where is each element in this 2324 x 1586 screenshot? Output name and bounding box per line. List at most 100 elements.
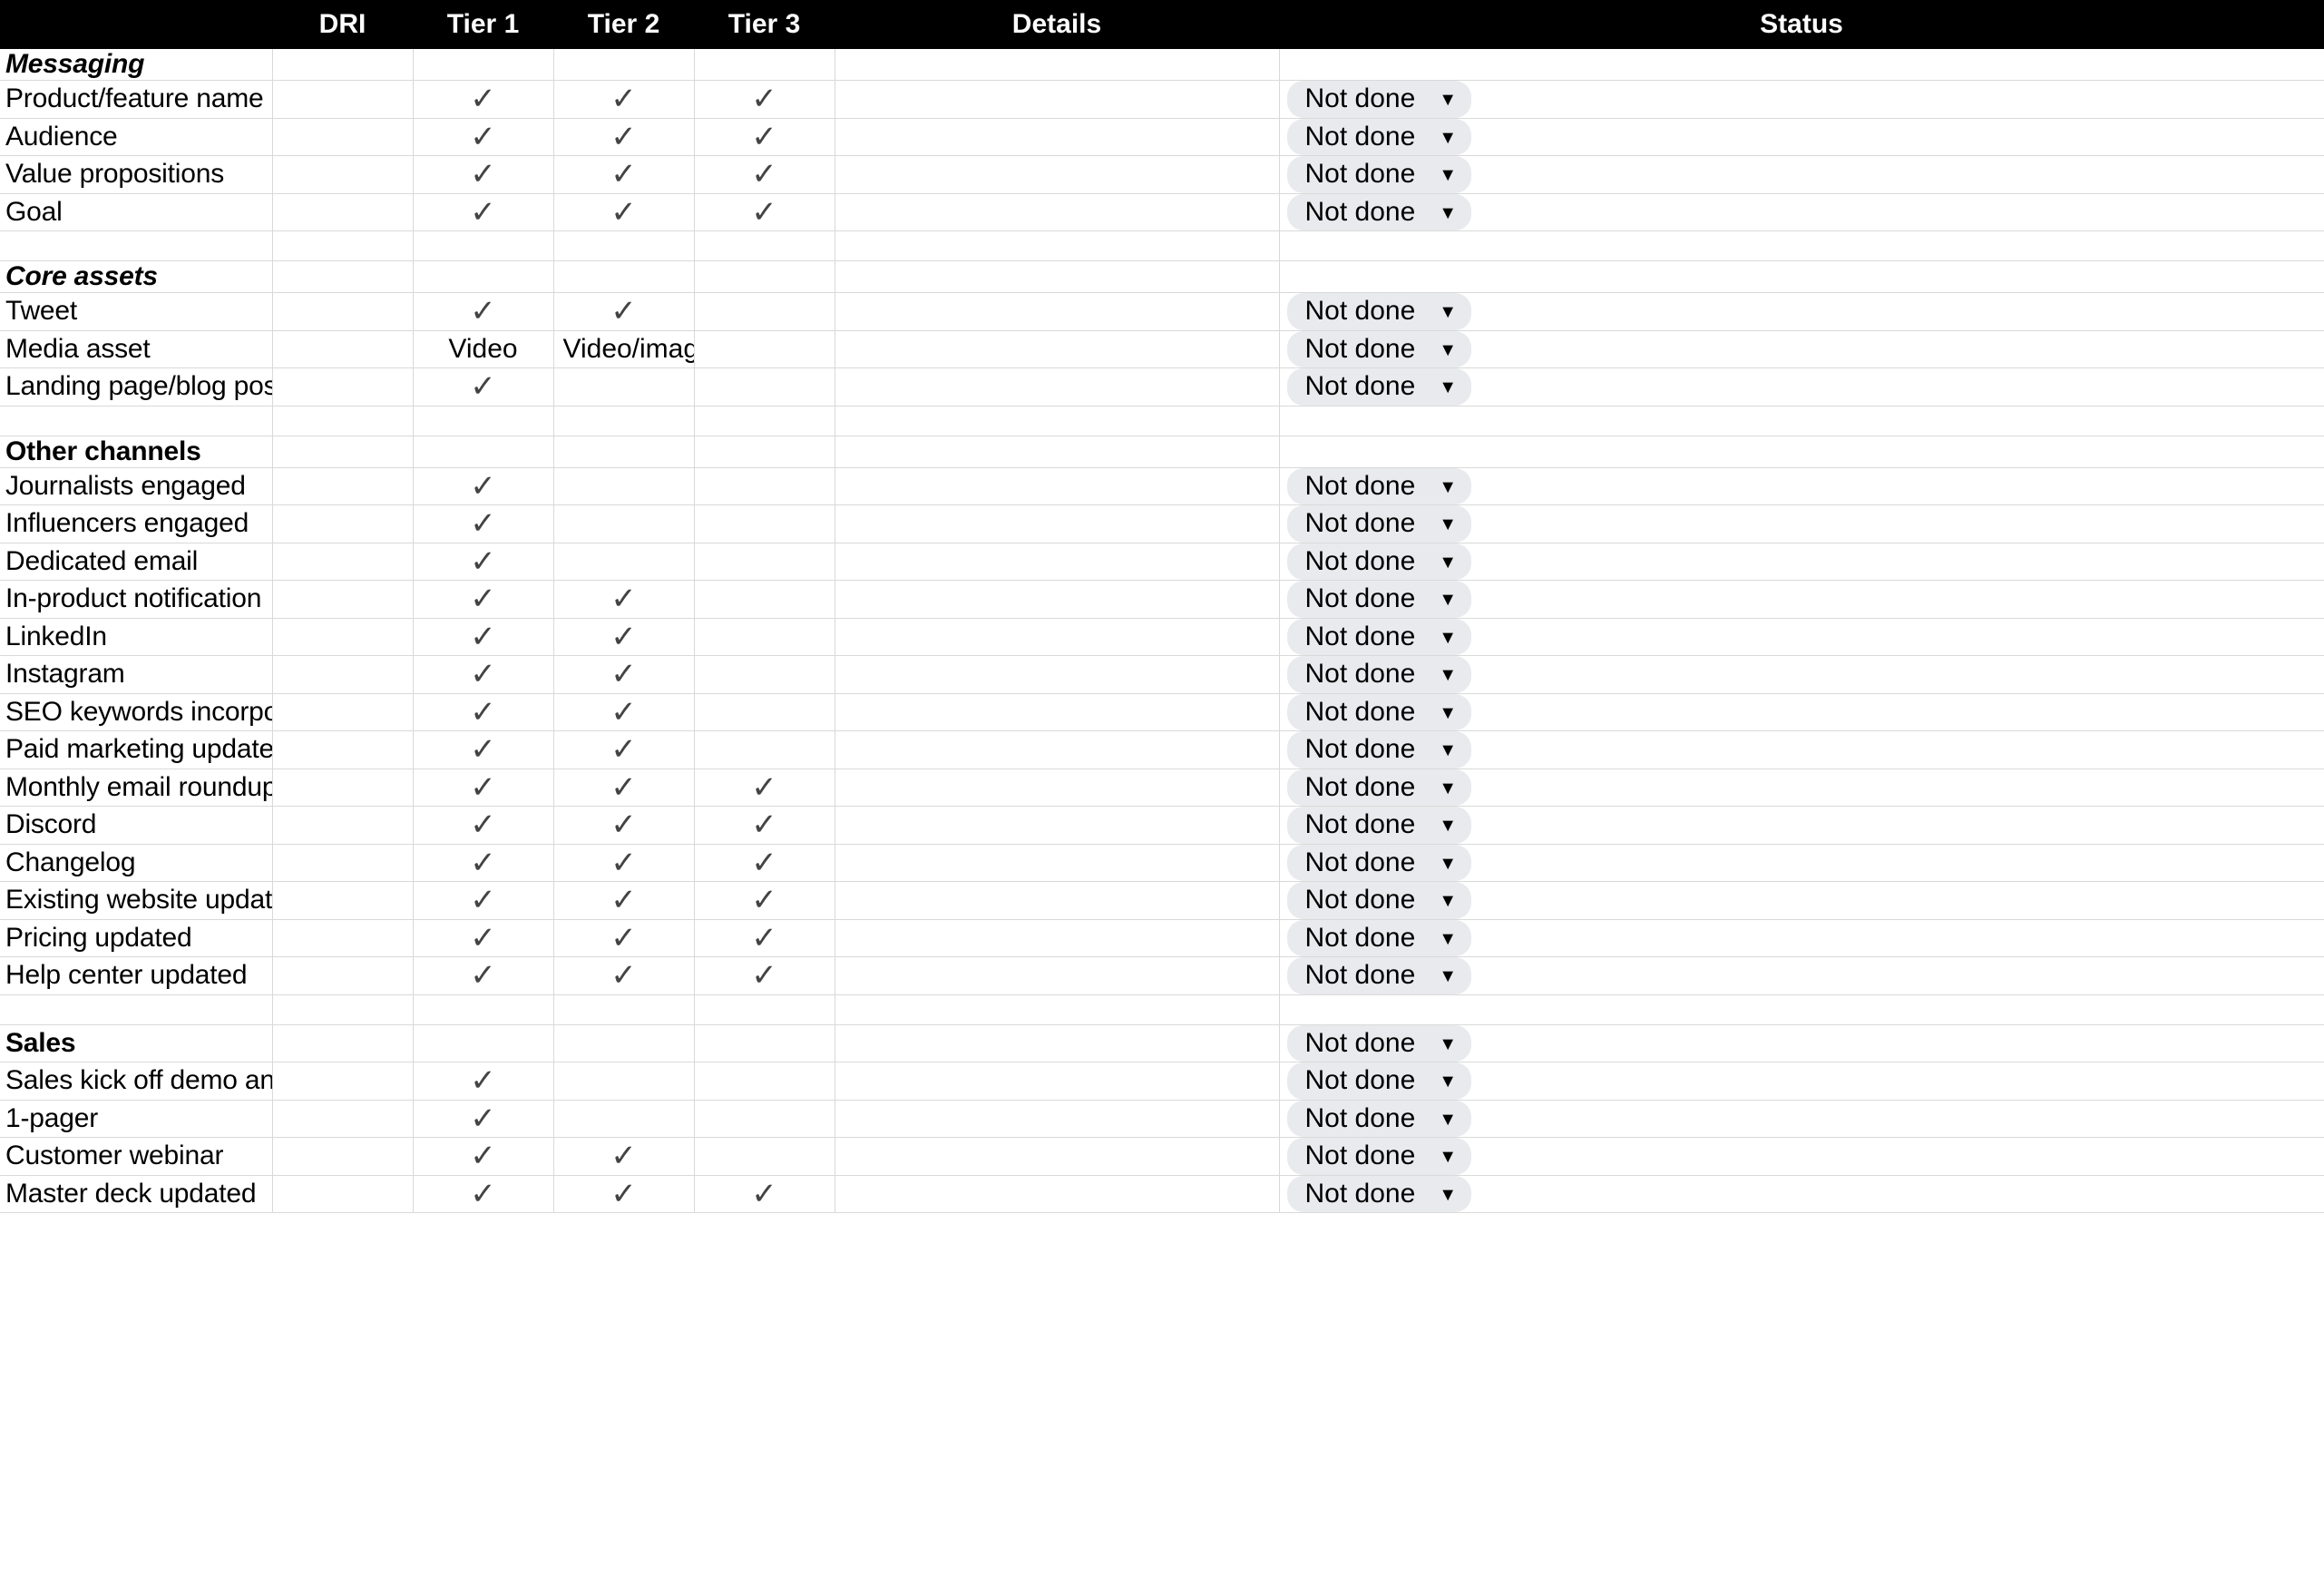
status-badge[interactable]: Not done ▼ — [1286, 882, 1472, 919]
checkmark-icon[interactable]: ✓ — [694, 844, 835, 882]
details-cell[interactable] — [835, 292, 1280, 331]
status-badge[interactable]: Not done ▼ — [1286, 543, 1472, 580]
column-header-dri[interactable]: DRI — [272, 0, 413, 49]
checkmark-icon[interactable]: ✓ — [694, 193, 835, 231]
status-cell[interactable] — [1279, 406, 2324, 436]
details-cell[interactable] — [835, 49, 1280, 81]
checkmark-icon[interactable]: ✓ — [553, 956, 695, 995]
task-label[interactable]: Media asset — [0, 330, 273, 368]
task-label[interactable]: Paid marketing updated — [0, 730, 273, 769]
status-cell[interactable]: Not done ▼ — [1279, 956, 2324, 995]
chevron-down-icon[interactable]: ▼ — [1439, 553, 1457, 572]
dri-cell[interactable] — [272, 806, 414, 845]
chevron-down-icon[interactable]: ▼ — [1439, 892, 1457, 910]
chevron-down-icon[interactable]: ▼ — [1439, 930, 1457, 948]
tier3-cell[interactable] — [694, 230, 835, 261]
tier2-cell[interactable] — [553, 1024, 695, 1062]
chevron-down-icon[interactable]: ▼ — [1439, 1186, 1457, 1204]
tier3-cell[interactable] — [694, 730, 835, 769]
task-label[interactable]: 1-pager — [0, 1100, 273, 1138]
tier2-cell[interactable] — [553, 230, 695, 261]
task-label[interactable]: Tweet — [0, 292, 273, 331]
status-cell[interactable] — [1279, 49, 2324, 81]
status-badge[interactable]: Not done ▼ — [1286, 1175, 1472, 1212]
status-badge[interactable]: Not done ▼ — [1286, 505, 1472, 543]
details-cell[interactable] — [835, 1137, 1280, 1176]
dri-cell[interactable] — [272, 693, 414, 731]
status-cell[interactable]: Not done ▼ — [1279, 292, 2324, 331]
checkmark-icon[interactable]: ✓ — [413, 1062, 554, 1101]
status-cell[interactable]: Not done ▼ — [1279, 118, 2324, 156]
dri-cell[interactable] — [272, 155, 414, 194]
details-cell[interactable] — [835, 193, 1280, 231]
task-label[interactable]: Pricing updated — [0, 919, 273, 957]
task-label[interactable]: Monthly email roundup — [0, 769, 273, 807]
section-label[interactable]: Other channels — [0, 436, 273, 468]
checkmark-icon[interactable]: ✓ — [553, 118, 695, 156]
tier3-cell[interactable] — [694, 693, 835, 731]
chevron-down-icon[interactable]: ▼ — [1439, 704, 1457, 722]
status-cell[interactable]: Not done ▼ — [1279, 1062, 2324, 1101]
status-cell[interactable]: Not done ▼ — [1279, 881, 2324, 920]
details-cell[interactable] — [835, 769, 1280, 807]
checkmark-icon[interactable]: ✓ — [694, 80, 835, 119]
details-cell[interactable] — [835, 730, 1280, 769]
task-label[interactable]: Goal — [0, 193, 273, 231]
details-cell[interactable] — [835, 504, 1280, 543]
status-cell[interactable]: Not done ▼ — [1279, 1100, 2324, 1138]
tier3-cell[interactable] — [694, 994, 835, 1025]
chevron-down-icon[interactable]: ▼ — [1439, 855, 1457, 873]
tier1-cell[interactable] — [413, 1024, 554, 1062]
chevron-down-icon[interactable]: ▼ — [1439, 967, 1457, 985]
checkmark-icon[interactable]: ✓ — [694, 118, 835, 156]
status-cell[interactable]: Not done ▼ — [1279, 693, 2324, 731]
checkmark-icon[interactable]: ✓ — [413, 292, 554, 331]
details-cell[interactable] — [835, 543, 1280, 581]
tier2-cell[interactable]: Video/image — [553, 330, 695, 368]
checkmark-icon[interactable]: ✓ — [553, 1175, 695, 1213]
status-badge[interactable]: Not done ▼ — [1286, 293, 1472, 330]
dri-cell[interactable] — [272, 80, 414, 119]
column-header-details[interactable]: Details — [835, 0, 1279, 49]
chevron-down-icon[interactable]: ▼ — [1439, 1072, 1457, 1091]
tier3-cell[interactable] — [694, 504, 835, 543]
tier3-cell[interactable] — [694, 618, 835, 656]
tier2-cell[interactable] — [553, 406, 695, 436]
dri-cell[interactable] — [272, 1100, 414, 1138]
chevron-down-icon[interactable]: ▼ — [1439, 129, 1457, 147]
status-badge[interactable]: Not done ▼ — [1286, 693, 1472, 730]
checkmark-icon[interactable]: ✓ — [694, 155, 835, 194]
task-label[interactable]: Sales kick off demo and Q&A — [0, 1062, 273, 1101]
checkmark-icon[interactable]: ✓ — [553, 806, 695, 845]
checkmark-icon[interactable]: ✓ — [694, 881, 835, 920]
details-cell[interactable] — [835, 467, 1280, 505]
status-cell[interactable] — [1279, 260, 2324, 293]
status-cell[interactable]: Not done ▼ — [1279, 543, 2324, 581]
task-label[interactable]: Discord — [0, 806, 273, 845]
chevron-down-icon[interactable]: ▼ — [1439, 817, 1457, 835]
dri-cell[interactable] — [272, 994, 414, 1025]
status-badge[interactable]: Not done ▼ — [1286, 1138, 1472, 1175]
details-cell[interactable] — [835, 1062, 1280, 1101]
tier2-cell[interactable] — [553, 1062, 695, 1101]
checkmark-icon[interactable]: ✓ — [553, 844, 695, 882]
tier1-cell[interactable]: Video — [413, 330, 554, 368]
section-label[interactable]: Sales — [0, 1024, 273, 1062]
status-badge[interactable]: Not done ▼ — [1286, 1024, 1472, 1062]
task-label[interactable]: LinkedIn — [0, 618, 273, 656]
tier2-cell[interactable] — [553, 260, 695, 293]
checkmark-icon[interactable]: ✓ — [694, 919, 835, 957]
status-cell[interactable]: Not done ▼ — [1279, 618, 2324, 656]
details-cell[interactable] — [835, 230, 1280, 261]
status-badge[interactable]: Not done ▼ — [1286, 581, 1472, 618]
status-badge[interactable]: Not done ▼ — [1286, 1062, 1472, 1100]
dri-cell[interactable] — [272, 193, 414, 231]
checkmark-icon[interactable]: ✓ — [413, 956, 554, 995]
checkmark-icon[interactable]: ✓ — [413, 769, 554, 807]
details-cell[interactable] — [835, 330, 1280, 368]
dri-cell[interactable] — [272, 618, 414, 656]
section-label[interactable]: Messaging — [0, 49, 273, 81]
details-cell[interactable] — [835, 1024, 1280, 1062]
details-cell[interactable] — [835, 155, 1280, 194]
checkmark-icon[interactable]: ✓ — [413, 1175, 554, 1213]
